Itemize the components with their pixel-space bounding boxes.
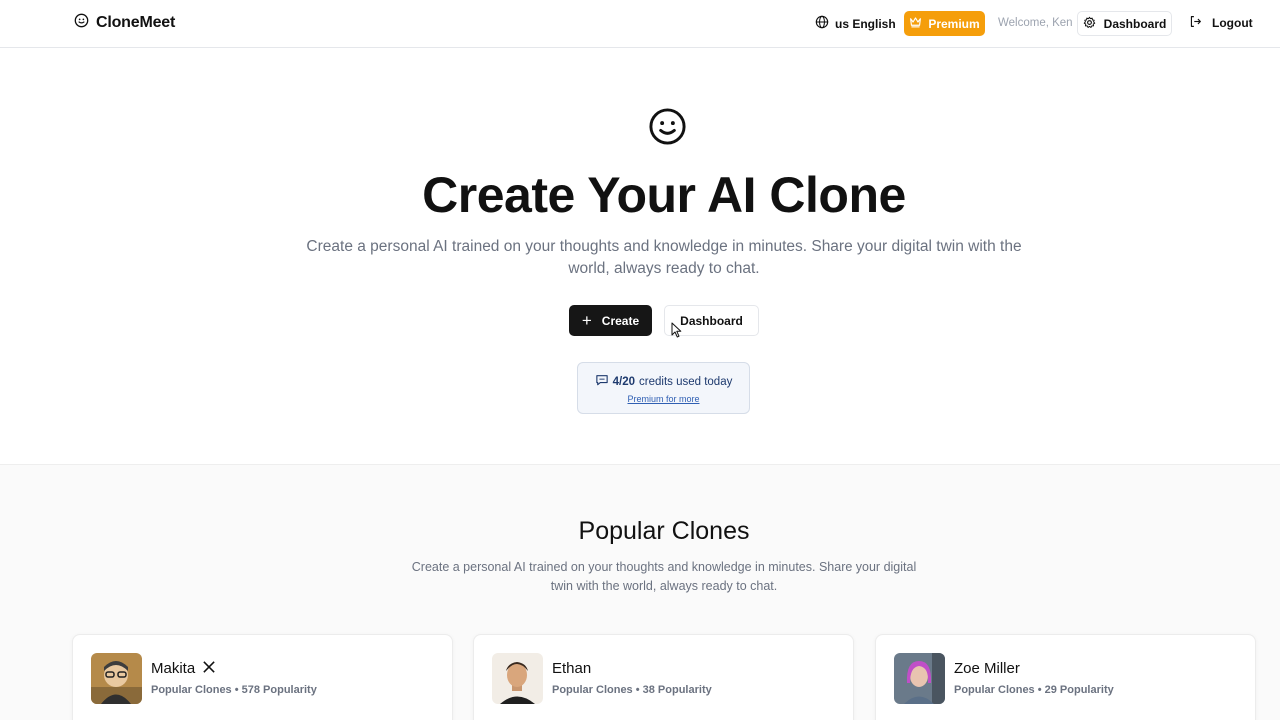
clone-meta: Popular Clones • 38 Popularity <box>552 684 712 696</box>
clone-card[interactable]: Zoe Miller Popular Clones • 29 Popularit… <box>875 634 1256 720</box>
globe-icon <box>815 15 829 32</box>
welcome-text: Welcome, Ken <box>998 17 1073 29</box>
credits-box: 4/20 credits used today Premium for more <box>577 362 750 414</box>
logout-button[interactable]: Logout <box>1189 15 1253 31</box>
create-label: Create <box>601 313 640 328</box>
crown-icon <box>909 16 922 31</box>
credits-count: 4/20 <box>612 375 636 388</box>
logout-label: Logout <box>1212 16 1253 30</box>
brand[interactable]: CloneMeet <box>74 13 175 33</box>
popular-subtitle: Create a personal AI trained on your tho… <box>411 560 917 593</box>
popular-title: Popular Clones <box>578 517 750 545</box>
dashboard-nav-label: Dashboard <box>1103 16 1167 31</box>
clone-card[interactable]: Makita Popular Clones • 578 Popularity <box>72 634 453 720</box>
avatar <box>894 653 945 704</box>
clone-meta: Popular Clones • 29 Popularity <box>954 684 1114 696</box>
dashboard-nav-button[interactable]: Dashboard <box>1077 11 1172 36</box>
gear-icon <box>1083 16 1096 32</box>
clone-name-label: Zoe Miller <box>954 660 1020 677</box>
premium-button[interactable]: Premium <box>904 11 985 36</box>
clone-name: Makita <box>151 660 215 677</box>
credits-text: credits used today <box>639 375 733 388</box>
language-label: us English <box>835 16 896 31</box>
smile-logo-icon <box>74 13 89 33</box>
hero-subtitle: Create a personal AI trained on your tho… <box>306 238 1022 277</box>
hero-title: Create Your AI Clone <box>422 167 906 223</box>
avatar <box>91 653 142 704</box>
credits-status: 4/20 credits used today <box>578 374 749 389</box>
brand-name: CloneMeet <box>96 14 176 31</box>
clone-name: Zoe Miller <box>954 660 1020 677</box>
cursor-icon <box>671 322 682 343</box>
premium-for-more-link[interactable]: Premium for more <box>578 394 749 404</box>
language-selector[interactable]: us English <box>815 15 896 32</box>
logout-icon <box>1189 15 1202 31</box>
x-icon[interactable] <box>203 660 215 677</box>
top-navbar: CloneMeet us English Premium Welcome, Ke… <box>0 0 1280 48</box>
avatar <box>492 653 543 704</box>
popular-clones-section: Popular Clones Create a personal AI trai… <box>0 464 1280 720</box>
create-button[interactable]: + Create <box>569 305 652 336</box>
clone-name-label: Makita <box>151 660 196 677</box>
clone-card[interactable]: Ethan Popular Clones • 38 Popularity <box>473 634 854 720</box>
clone-name: Ethan <box>552 660 591 677</box>
clone-name-label: Ethan <box>552 660 592 677</box>
clone-meta: Popular Clones • 578 Popularity <box>151 684 317 696</box>
chat-icon <box>595 374 609 389</box>
premium-label: Premium <box>928 16 980 31</box>
plus-icon: + <box>581 311 592 330</box>
smile-hero-icon <box>648 107 687 151</box>
